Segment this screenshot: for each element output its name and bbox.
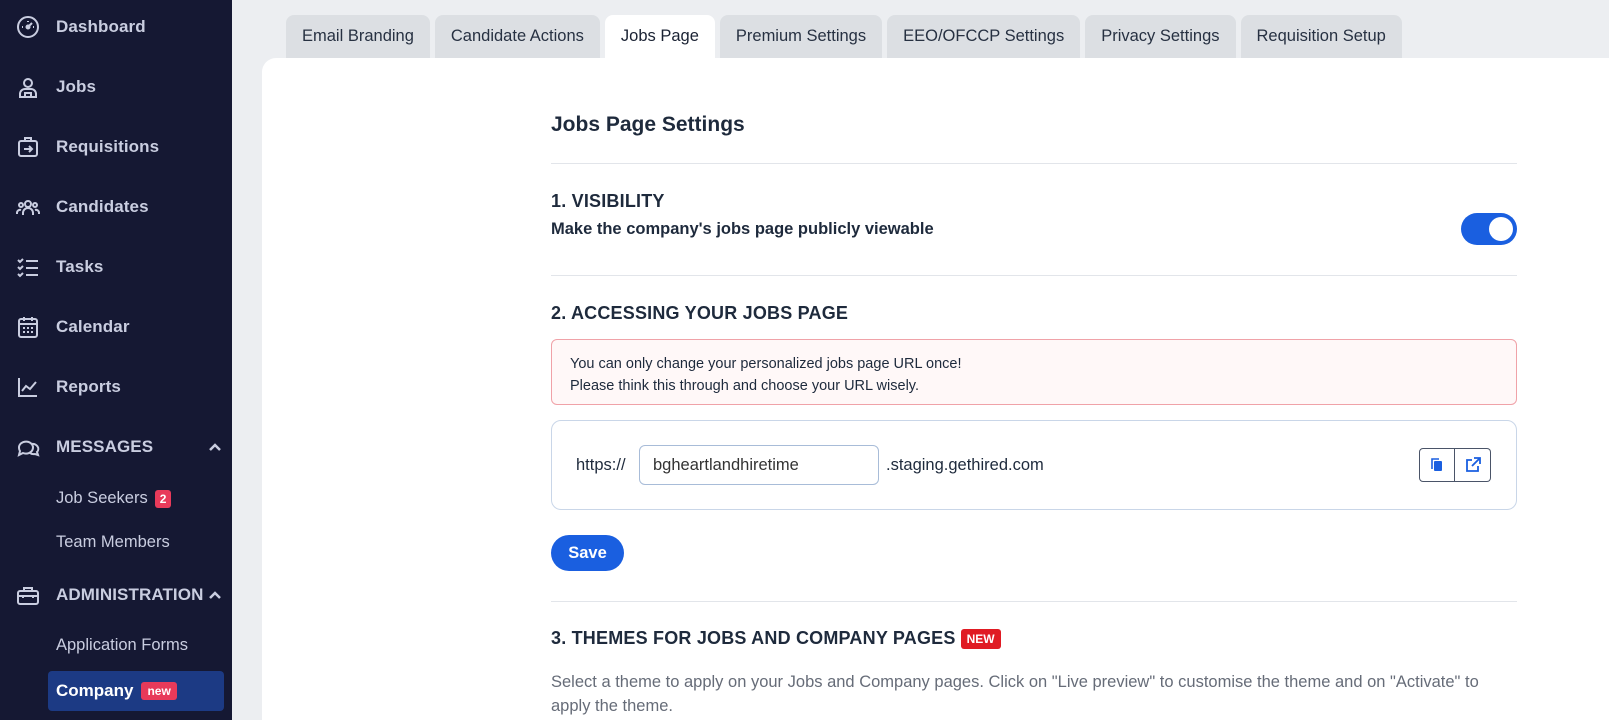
sidebar-item-reports[interactable]: Reports (0, 367, 232, 407)
sidebar-sub-application-forms[interactable]: Application Forms (56, 636, 188, 655)
sidebar: Dashboard Jobs Requisitions Candidates T… (0, 0, 232, 720)
alert-line: Please think this through and choose you… (570, 378, 919, 394)
subdomain-input[interactable] (639, 445, 879, 485)
sub-item-label: Application Forms (56, 636, 189, 654)
accessing-heading: 2. ACCESSING YOUR JOBS PAGE (551, 303, 849, 323)
sidebar-item-label: Reports (56, 377, 121, 396)
dashboard-icon (16, 15, 40, 39)
save-button[interactable]: Save (551, 535, 624, 571)
new-badge: new (141, 682, 177, 700)
chevron-up-icon (209, 443, 221, 451)
sidebar-item-label: Calendar (56, 317, 130, 336)
tab-requisition-setup[interactable]: Requisition Setup (1240, 15, 1402, 58)
copy-icon (1431, 458, 1442, 471)
tasks-icon (16, 255, 40, 279)
sidebar-sub-company[interactable]: Company new (48, 671, 224, 711)
tab-email-branding[interactable]: Email Branding (286, 15, 430, 58)
toolbox-icon (16, 583, 40, 607)
messages-icon (16, 435, 40, 459)
settings-tabs: Email Branding Candidate Actions Jobs Pa… (286, 15, 1402, 58)
url-suffix: .staging.gethired.com (886, 456, 1044, 474)
page-title: Jobs Page Settings (551, 113, 745, 136)
sidebar-item-label: Jobs (56, 77, 97, 96)
divider (551, 163, 1517, 164)
alert-line: You can only change your personalized jo… (570, 356, 962, 372)
url-actions (1419, 448, 1491, 482)
open-url-button[interactable] (1455, 448, 1491, 482)
section-label: ADMINISTRATION (56, 585, 204, 604)
reports-icon (16, 375, 40, 399)
visibility-heading: 1. VISIBILITY (551, 191, 665, 211)
sidebar-sub-team-members[interactable]: Team Members (56, 533, 170, 552)
tab-privacy-settings[interactable]: Privacy Settings (1085, 15, 1236, 58)
sidebar-item-candidates[interactable]: Candidates (0, 187, 232, 227)
sidebar-item-dashboard[interactable]: Dashboard (0, 7, 232, 47)
sidebar-item-calendar[interactable]: Calendar (0, 307, 232, 347)
url-warning-alert: You can only change your personalized jo… (551, 339, 1517, 405)
tab-jobs-page[interactable]: Jobs Page (604, 15, 715, 58)
sub-item-label: Job Seekers (56, 489, 148, 507)
tab-premium-settings[interactable]: Premium Settings (719, 15, 883, 58)
sidebar-item-label: Dashboard (56, 17, 146, 36)
jobs-icon (16, 75, 40, 99)
toggle-knob (1489, 217, 1513, 241)
url-editor: https:// .staging.gethired.com (551, 420, 1517, 510)
sidebar-item-label: Candidates (56, 197, 149, 216)
tab-eeo-ofccp-settings[interactable]: EEO/OFCCP Settings (887, 15, 1081, 58)
visibility-description: Make the company's jobs page publicly vi… (551, 220, 934, 238)
sidebar-item-jobs[interactable]: Jobs (0, 67, 232, 107)
candidates-icon (16, 195, 40, 219)
sidebar-sub-job-seekers[interactable]: Job Seekers 2 (56, 489, 172, 508)
sidebar-section-messages[interactable]: MESSAGES (0, 427, 232, 467)
divider (551, 275, 1517, 276)
sidebar-item-tasks[interactable]: Tasks (0, 247, 232, 287)
copy-url-button[interactable] (1419, 448, 1455, 482)
external-link-icon (1465, 457, 1481, 472)
new-tag: NEW (960, 628, 1001, 649)
url-prefix: https:// (576, 456, 626, 474)
themes-description: Select a theme to apply on your Jobs and… (551, 673, 1479, 715)
sidebar-item-label: Requisitions (56, 137, 160, 156)
themes-heading-row: 3. THEMES FOR JOBS AND COMPANY PAGES NEW (551, 628, 1001, 649)
section-label: MESSAGES (56, 437, 154, 456)
sub-item-label: Company (56, 681, 134, 700)
divider (551, 601, 1517, 602)
calendar-icon (16, 315, 40, 339)
sidebar-item-label: Tasks (56, 257, 104, 276)
sidebar-item-requisitions[interactable]: Requisitions (0, 127, 232, 167)
sub-item-label: Team Members (56, 533, 170, 551)
visibility-toggle[interactable] (1461, 213, 1517, 245)
sidebar-section-administration[interactable]: ADMINISTRATION (0, 575, 232, 615)
unread-count-badge: 2 (154, 489, 172, 508)
tab-candidate-actions[interactable]: Candidate Actions (434, 15, 600, 58)
requisitions-icon (16, 135, 40, 159)
themes-heading: 3. THEMES FOR JOBS AND COMPANY PAGES (551, 628, 956, 648)
chevron-up-icon (209, 591, 221, 599)
